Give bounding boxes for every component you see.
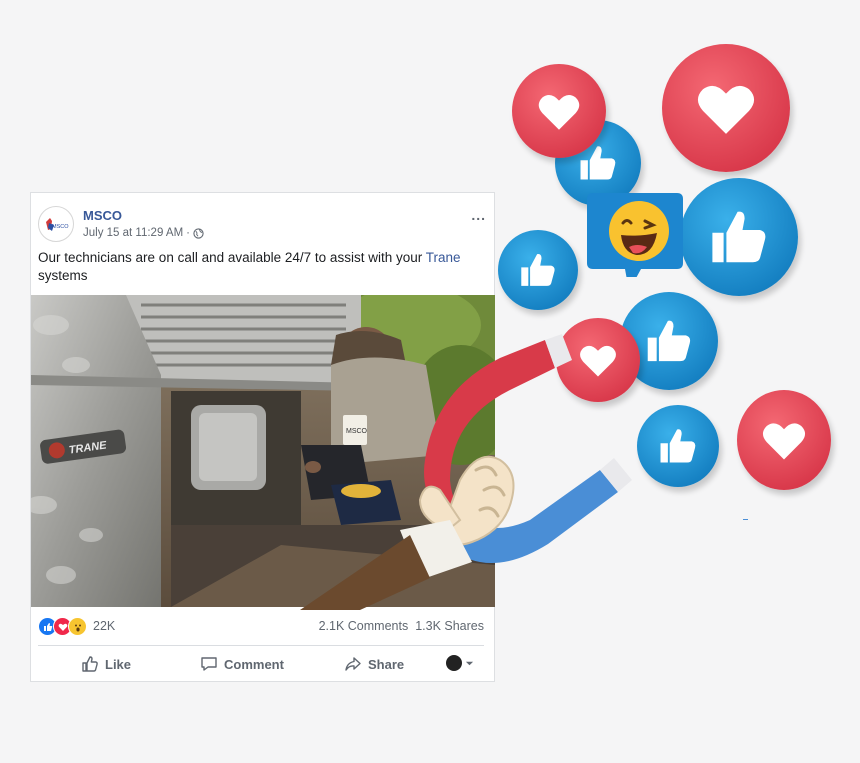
globe-icon [193, 227, 204, 239]
post-text-main: Our technicians are on call and availabl… [38, 250, 426, 265]
thumbs-up-icon [660, 429, 696, 463]
share-label: Share [368, 656, 405, 672]
share-button[interactable]: Share [344, 650, 404, 678]
heart-bubble [662, 44, 790, 172]
heart-bubble [512, 64, 606, 158]
comment-label: Comment [224, 656, 284, 672]
viewer-avatar [446, 655, 462, 671]
msco-logo-icon: MSCO [46, 218, 69, 231]
post-header: MSCO MSCO July 15 at 11:29 AM · ... [38, 203, 486, 245]
post-meta: July 15 at 11:29 AM · [83, 227, 204, 239]
like-button[interactable]: Like [81, 650, 131, 678]
reactions-count[interactable]: 22K [93, 619, 115, 633]
laughing-emoji-speech-bubble [585, 191, 685, 291]
post-text: Our technicians are on call and availabl… [38, 249, 478, 285]
shares-count[interactable]: 1.3K Shares [415, 619, 484, 633]
stats-divider [38, 645, 484, 646]
engagement-counts: 2.1K Comments 1.3K Shares [319, 619, 484, 633]
share-icon [345, 657, 361, 671]
heart-icon [538, 94, 580, 130]
post-actions: Like Comment Share [38, 650, 484, 678]
like-bubble [498, 230, 578, 310]
thumbs-up-icon [82, 656, 98, 672]
meta-separator: · [186, 227, 190, 239]
post-stats: 22K 2.1K Comments 1.3K Shares [38, 615, 484, 637]
hand-holding-magnet [300, 330, 650, 610]
more-options-icon[interactable]: ... [471, 207, 486, 223]
audience-selector[interactable] [446, 655, 474, 671]
comments-count[interactable]: 2.1K Comments [319, 619, 409, 633]
chevron-down-icon [465, 661, 474, 665]
thumbs-up-icon [712, 211, 766, 263]
wow-reaction-icon [68, 617, 87, 636]
horseshoe-magnet-icon [300, 334, 632, 610]
trane-link[interactable]: Trane [426, 250, 461, 265]
like-bubble [680, 178, 798, 296]
page-avatar[interactable]: MSCO [38, 206, 74, 242]
page-name[interactable]: MSCO [83, 208, 122, 223]
heart-icon [762, 423, 806, 460]
avatar-logo-text: MSCO [52, 224, 69, 230]
heart-bubble [737, 390, 831, 490]
post-text-end: systems [38, 268, 88, 283]
comment-button[interactable]: Comment [200, 650, 284, 678]
decorative-dash [743, 519, 748, 520]
heart-icon [697, 85, 755, 134]
thumbs-up-icon [521, 254, 555, 286]
comment-icon [201, 657, 217, 671]
like-label: Like [105, 656, 132, 672]
post-timestamp[interactable]: July 15 at 11:29 AM [83, 227, 183, 239]
reaction-summary[interactable] [38, 617, 87, 636]
